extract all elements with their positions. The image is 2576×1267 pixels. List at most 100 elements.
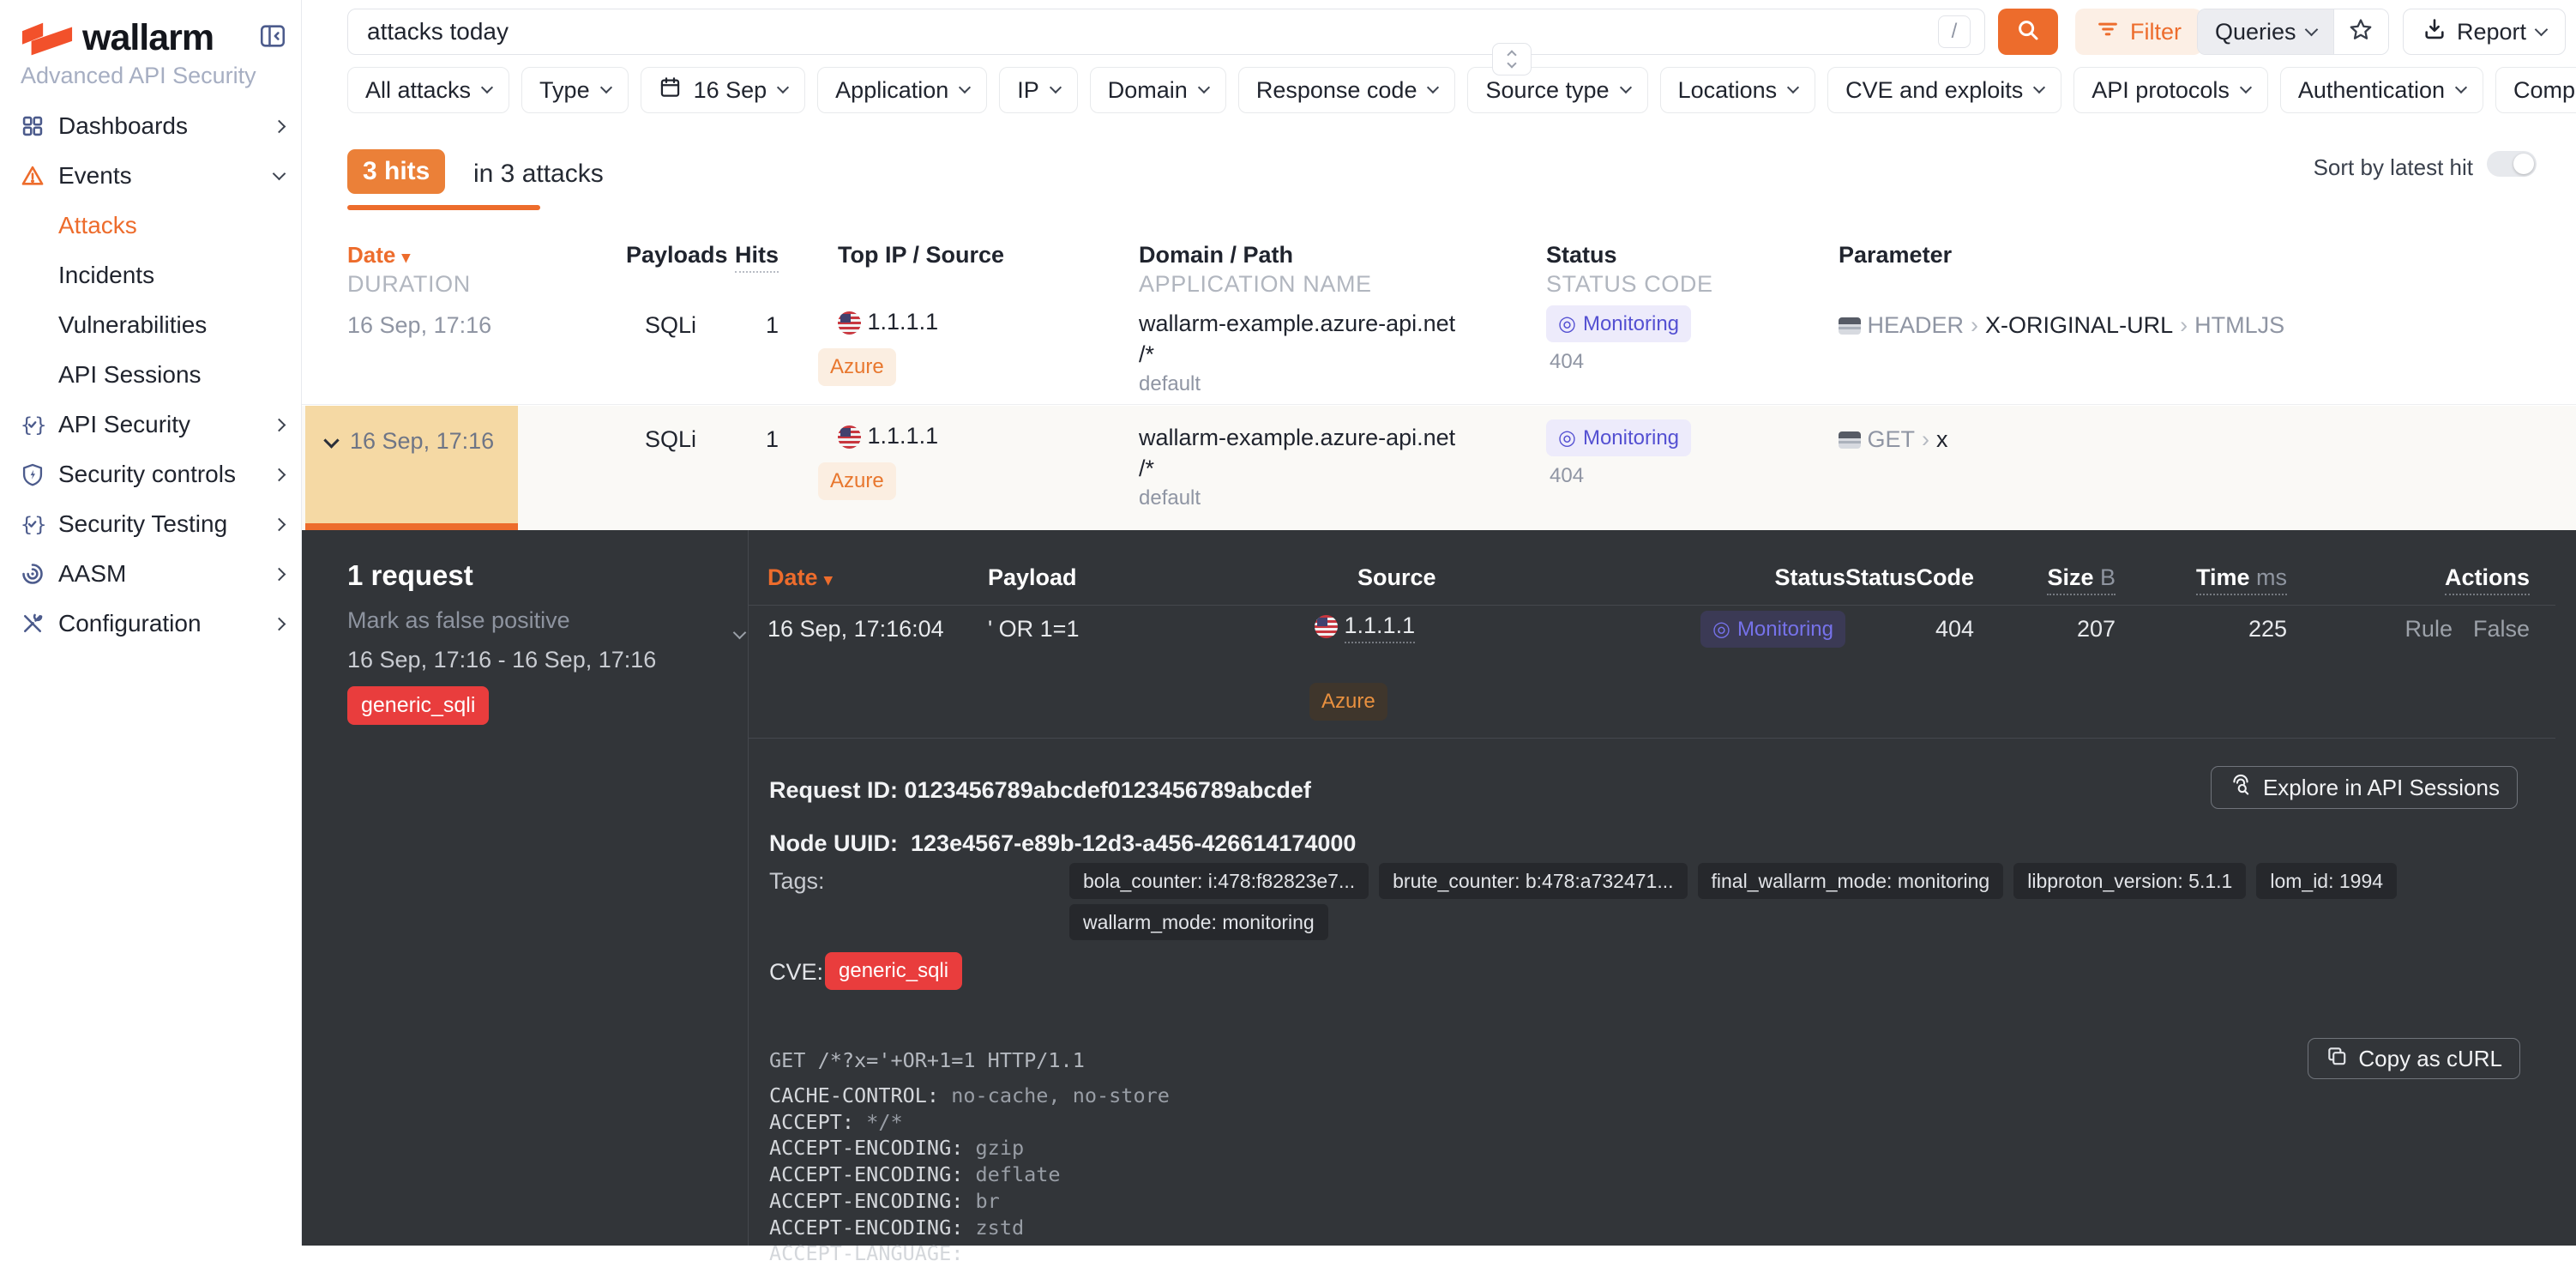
- chip-label: Authentication: [2298, 77, 2445, 104]
- keyboard-shortcut-hint: /: [1938, 15, 1971, 48]
- filter-chip-date[interactable]: 16 Sep: [641, 67, 806, 113]
- hits-count-badge: 3 hits: [347, 149, 445, 194]
- sidebar-item-label: Security controls: [58, 461, 236, 488]
- attack-status-code: 404: [1550, 464, 1584, 488]
- tag-chip[interactable]: brute_counter: b:478:a732471...: [1379, 863, 1687, 899]
- active-tab-underline: [347, 205, 540, 210]
- sidebar-item-incidents[interactable]: Incidents: [0, 250, 301, 300]
- request-count: 1 request: [347, 559, 473, 592]
- hit-source-tag: Azure: [1309, 683, 1387, 721]
- report-button-label: Report: [2457, 19, 2526, 45]
- explore-button-label: Explore in API Sessions: [2263, 775, 2500, 801]
- filter-button[interactable]: Filter: [2075, 9, 2202, 55]
- filter-chip-type[interactable]: Type: [521, 67, 629, 113]
- filter-chip-compare-to[interactable]: Compare to...: [2495, 67, 2576, 113]
- queries-button[interactable]: Queries: [2198, 9, 2333, 54]
- attack-source-ip[interactable]: 1.1.1.1: [838, 309, 938, 335]
- detail-column-payload: Payload: [988, 564, 1077, 591]
- report-button[interactable]: Report: [2403, 9, 2566, 55]
- search-button[interactable]: [1998, 9, 2058, 55]
- shield-icon: [21, 462, 45, 486]
- sidebar-item-api-sessions[interactable]: API Sessions: [0, 350, 301, 400]
- filter-chip-api-protocols[interactable]: API protocols: [2073, 67, 2268, 113]
- search-icon: [2015, 17, 2041, 47]
- mark-false-positive-link[interactable]: Mark as false positive: [347, 607, 570, 634]
- tag-chip[interactable]: lom_id: 1994: [2256, 863, 2397, 899]
- filter-icon: [2096, 17, 2120, 47]
- chevron-right-icon: [273, 468, 286, 481]
- copy-as-curl-button[interactable]: Copy as cURL: [2308, 1038, 2520, 1079]
- tag-chip[interactable]: libproton_version: 5.1.1: [2013, 863, 2246, 899]
- search-expand-handle[interactable]: [1492, 43, 1532, 75]
- hit-status-badge: ◎Monitoring: [1682, 611, 1845, 648]
- monitoring-icon: ◎: [1558, 425, 1576, 450]
- sidebar-item-aasm[interactable]: AASM: [0, 549, 301, 599]
- sort-desc-icon: ▾: [402, 249, 411, 267]
- column-header-date[interactable]: Date ▾: [347, 242, 410, 268]
- favorite-button[interactable]: [2333, 9, 2388, 54]
- hit-source-ip[interactable]: 1.1.1.1: [1315, 612, 1415, 639]
- tag-chip[interactable]: final_wallarm_mode: monitoring: [1698, 863, 2004, 899]
- sidebar-item-configuration[interactable]: Configuration: [0, 599, 301, 649]
- attack-domain: wallarm-example.azure-api.net: [1139, 311, 1455, 337]
- copy-button-label: Copy as cURL: [2358, 1046, 2502, 1072]
- filter-chip-authentication[interactable]: Authentication: [2280, 67, 2483, 113]
- chevron-right-icon: [273, 418, 286, 431]
- filter-chip-all-attacks[interactable]: All attacks: [347, 67, 509, 113]
- chip-label: CVE and exploits: [1845, 77, 2023, 104]
- sidebar-item-events[interactable]: Events: [0, 151, 301, 201]
- tag-chip[interactable]: wallarm_mode: monitoring: [1069, 904, 1328, 940]
- chevron-right-icon: [273, 517, 286, 531]
- filter-chip-domain[interactable]: Domain: [1090, 67, 1226, 113]
- braces-check-icon: {}: [21, 413, 45, 437]
- attack-application: default: [1139, 372, 1201, 396]
- sidebar-item-label: API Security: [58, 411, 190, 438]
- sidebar-item-api-security[interactable]: {} API Security: [0, 400, 301, 449]
- attack-row[interactable]: 16 Sep, 17:16 SQLi 1 1.1.1.1 Azure walla…: [302, 292, 2576, 405]
- detail-row-divider: [748, 738, 2555, 739]
- http-header-line: ACCEPT-ENCODING: deflate: [769, 1161, 2267, 1188]
- detail-header-divider: [748, 605, 2555, 606]
- detail-column-actions[interactable]: Actions: [2445, 564, 2530, 591]
- column-header-status: Status: [1546, 242, 1617, 268]
- filter-chip-locations[interactable]: Locations: [1660, 67, 1816, 113]
- sidebar-item-attacks[interactable]: Attacks: [0, 201, 301, 250]
- hit-status-code: 404: [1837, 616, 1974, 643]
- brand-name: wallarm: [82, 17, 214, 59]
- attack-row-selected[interactable]: 16 Sep, 17:16 SQLi 1 1.1.1.1 Azure walla…: [302, 406, 2576, 530]
- filter-chip-application[interactable]: Application: [817, 67, 987, 113]
- source-tag-badge: Azure: [818, 348, 896, 386]
- monitoring-icon: ◎: [1558, 311, 1576, 336]
- sidebar-item-dashboards[interactable]: Dashboards: [0, 101, 301, 151]
- detail-column-time[interactable]: Time ms: [2150, 564, 2287, 591]
- detail-column-statuscode: StatusCode: [1837, 564, 1974, 591]
- sidebar-item-label: Events: [58, 162, 132, 190]
- request-id-row: Request ID: 0123456789abcdef0123456789ab…: [769, 777, 1311, 804]
- star-icon: [2348, 17, 2374, 47]
- filter-chip-response-code[interactable]: Response code: [1238, 67, 1456, 113]
- column-header-hits[interactable]: Hits: [705, 242, 779, 268]
- tag-chip[interactable]: bola_counter: i:478:f82823e7...: [1069, 863, 1369, 899]
- attack-source-ip[interactable]: 1.1.1.1: [838, 423, 938, 449]
- filter-chip-cve[interactable]: CVE and exploits: [1827, 67, 2061, 113]
- tags-label: Tags:: [769, 868, 825, 895]
- collapse-sidebar-icon[interactable]: [258, 21, 287, 55]
- filter-chip-ip[interactable]: IP: [999, 67, 1078, 113]
- detail-column-size[interactable]: Size B: [1978, 564, 2116, 591]
- braces-check-icon: {}: [21, 512, 45, 536]
- sidebar-item-security-controls[interactable]: Security controls: [0, 449, 301, 499]
- sort-by-latest-toggle[interactable]: [2487, 151, 2537, 177]
- search-input[interactable]: [347, 9, 1985, 55]
- expand-hit-row-icon[interactable]: [733, 626, 747, 640]
- fingerprint-search-icon: [2229, 773, 2253, 803]
- detail-column-date[interactable]: Date ▾: [767, 564, 833, 591]
- sidebar-item-label: Security Testing: [58, 510, 227, 538]
- warning-triangle-icon: [21, 164, 45, 188]
- status-badge: ◎Monitoring: [1546, 305, 1691, 342]
- sidebar-item-security-testing[interactable]: {} Security Testing: [0, 499, 301, 549]
- explore-api-sessions-button[interactable]: Explore in API Sessions: [2211, 766, 2518, 809]
- chevron-right-icon: [273, 617, 286, 630]
- sidebar-item-vulnerabilities[interactable]: Vulnerabilities: [0, 300, 301, 350]
- rule-action-link[interactable]: Rule: [2404, 616, 2453, 642]
- false-action-link[interactable]: False: [2473, 616, 2530, 642]
